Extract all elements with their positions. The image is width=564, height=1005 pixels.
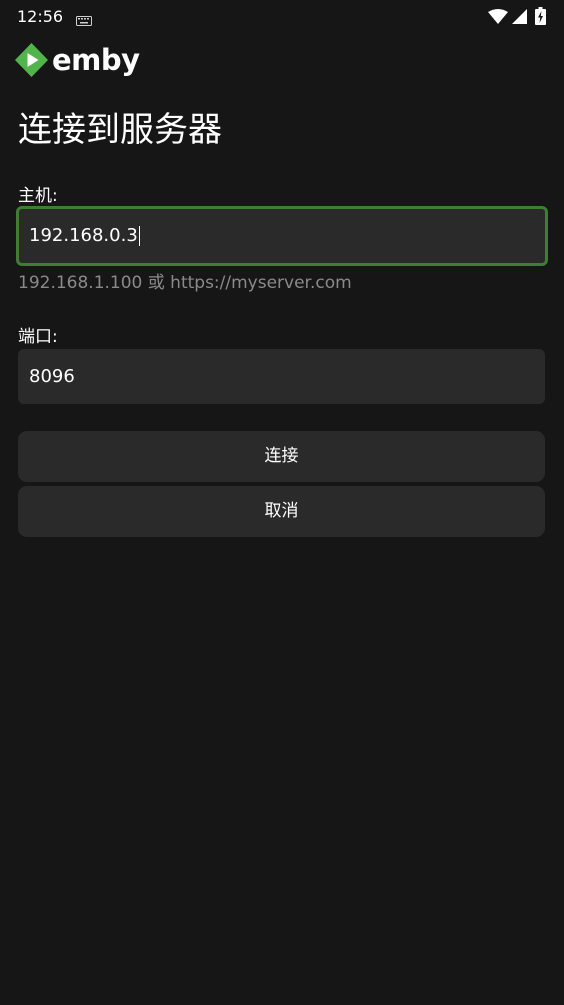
connect-to-server-screen: 12:56 emby 连接到服务器 主机: 192.168.0.3 192.16… xyxy=(0,0,564,1005)
host-input-value: 192.168.0.3 xyxy=(29,225,138,246)
status-time: 12:56 xyxy=(17,7,64,26)
host-input[interactable]: 192.168.0.3 xyxy=(16,206,548,266)
signal-icon xyxy=(511,9,527,29)
status-bar: 12:56 xyxy=(0,0,564,34)
page-title: 连接到服务器 xyxy=(18,110,222,150)
cancel-button[interactable]: 取消 xyxy=(18,486,545,537)
emby-logo-icon xyxy=(15,43,48,77)
port-label: 端口: xyxy=(18,327,58,347)
logo-text: emby xyxy=(52,43,140,77)
host-hint: 192.168.1.100 或 https://myserver.com xyxy=(18,273,352,293)
emby-logo: emby xyxy=(15,43,140,77)
port-input-value: 8096 xyxy=(29,366,75,387)
keyboard-icon xyxy=(76,11,92,30)
connect-button[interactable]: 连接 xyxy=(18,431,545,482)
text-cursor xyxy=(138,226,140,246)
battery-charging-icon xyxy=(535,7,546,29)
host-label: 主机: xyxy=(18,186,58,206)
port-input[interactable]: 8096 xyxy=(18,349,545,404)
wifi-icon xyxy=(488,9,508,29)
